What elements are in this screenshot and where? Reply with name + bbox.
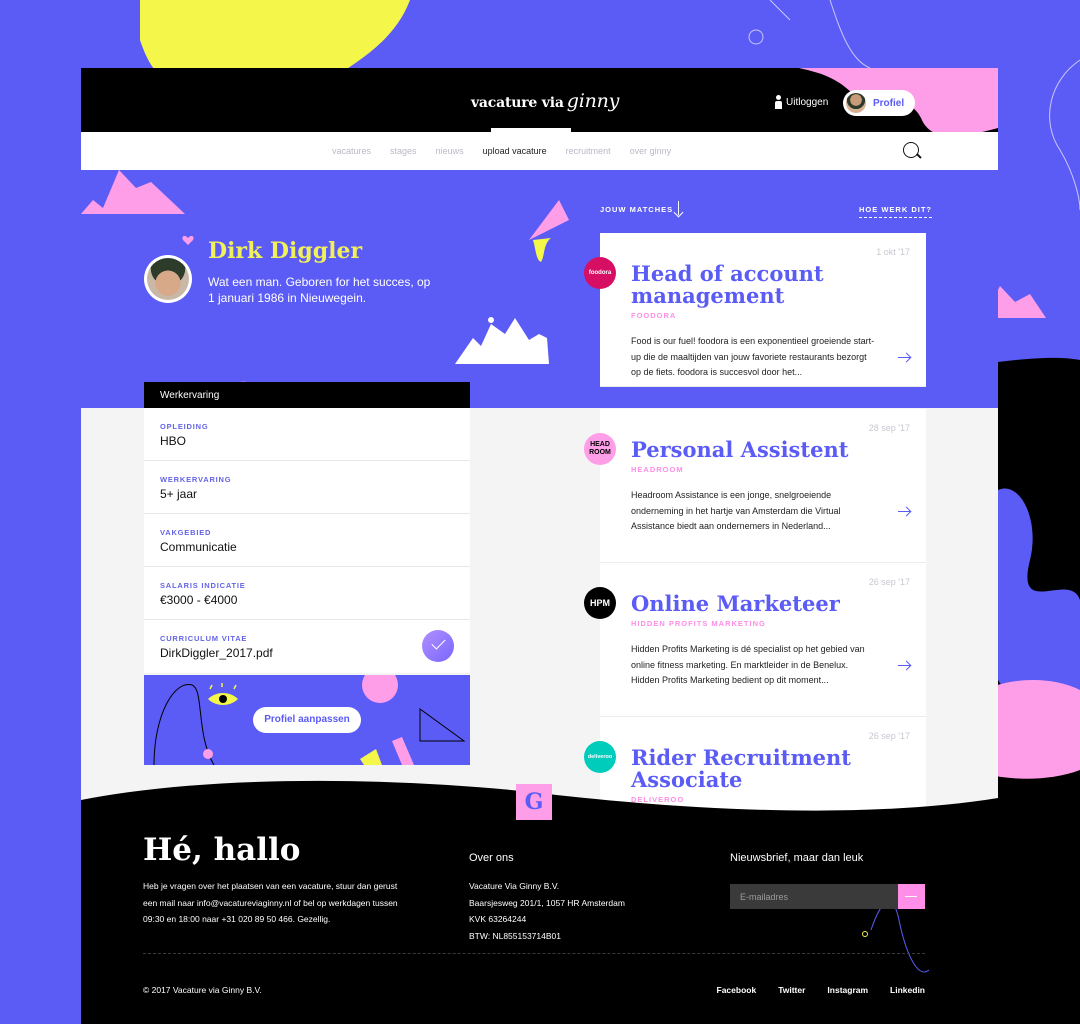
white-mountains <box>455 318 549 364</box>
nav-item-vacatures[interactable]: vacatures <box>332 146 371 156</box>
profile-row-experience: WERKERVARING 5+ jaar <box>144 461 470 514</box>
social-links: Facebook Twitter Instagram Linkedin <box>717 985 926 995</box>
footer-hello-text: Heb je vragen over het plaatsen van een … <box>143 881 398 924</box>
job-company: HIDDEN PROFITS MARKETING <box>631 619 766 628</box>
job-card[interactable]: HEAD ROOM 28 sep '17 Personal Assistent … <box>584 409 926 563</box>
job-date: 28 sep '17 <box>868 423 910 433</box>
user-name: Dirk Diggler <box>208 238 363 264</box>
purple-blob-right <box>998 488 1080 720</box>
company-logo: HPM <box>584 587 616 619</box>
ginny-badge: G <box>516 784 552 820</box>
logout-label: Uitloggen <box>786 96 829 108</box>
edit-profile-panel: Profiel aanpassen <box>144 675 470 765</box>
ring-dot <box>748 29 764 45</box>
job-date: 1 okt '17 <box>876 247 910 257</box>
copyright: © 2017 Vacature via Ginny B.V. <box>143 985 262 995</box>
nav-item-over-ginny[interactable]: over ginny <box>630 146 672 156</box>
job-title[interactable]: Online Marketeer <box>631 593 901 615</box>
nav-items: vacatures stages nieuws upload vacature … <box>332 146 690 156</box>
pizza-slice <box>529 200 569 240</box>
profile-card-header: Werkervaring <box>144 382 470 408</box>
profile-label: Profiel <box>873 97 905 109</box>
search-icon[interactable] <box>903 142 919 158</box>
row-label: OPLEIDING <box>160 422 209 431</box>
job-company: FOODORA <box>631 311 677 320</box>
social-twitter[interactable]: Twitter <box>778 985 805 995</box>
arrow-down-icon <box>678 201 679 215</box>
company-logo: foodora <box>584 257 616 289</box>
profile-row-field: VAKGEBIED Communicatie <box>144 514 470 567</box>
row-value: Communicatie <box>160 540 237 554</box>
line-decor <box>769 0 871 69</box>
black-wave-right <box>998 357 1080 1024</box>
nav-item-nieuws[interactable]: nieuws <box>436 146 464 156</box>
profile-card: OPLEIDING HBO WERKERVARING 5+ jaar VAKGE… <box>144 408 470 673</box>
footer-divider <box>143 953 925 954</box>
profile-row-salary: SALARIS INDICATIE €3000 - €4000 <box>144 567 470 620</box>
logo-main: vacature via <box>471 95 564 111</box>
company-logo: deliveroo <box>584 741 616 773</box>
about-line: Vacature Via Ginny B.V. <box>469 881 560 891</box>
newsletter-submit-button[interactable] <box>898 884 925 909</box>
about-line: BTW: NL855153714B01 <box>469 930 561 941</box>
newsletter-title: Nieuwsbrief, maar dan leuk <box>730 852 864 864</box>
job-card[interactable]: foodora 1 okt '17 Head of account manage… <box>584 233 926 387</box>
job-description: Food is our fuel! foodora is een exponen… <box>631 336 875 377</box>
person-icon <box>775 95 782 109</box>
social-facebook[interactable]: Facebook <box>717 985 757 995</box>
row-label: VAKGEBIED <box>160 528 212 537</box>
newsletter-email-input[interactable] <box>730 884 898 909</box>
line-decor-right <box>1049 59 1080 211</box>
footer-about-lines: Vacature Via Ginny B.V. Baarsjesweg 201/… <box>469 878 625 944</box>
check-icon <box>422 630 454 662</box>
row-label: CURRICULUM VITAE <box>160 634 248 643</box>
heart-icon <box>182 235 194 245</box>
nav-item-stages[interactable]: stages <box>390 146 417 156</box>
company-logo: HEAD ROOM <box>584 433 616 465</box>
main-nav: vacatures stages nieuws upload vacature … <box>81 128 998 170</box>
job-card[interactable]: HPM 26 sep '17 Online Marketeer HIDDEN P… <box>584 563 926 717</box>
user-bio: Wat een man. Geboren for het succes, op … <box>208 275 431 305</box>
matches-heading: JOUW MATCHES <box>600 205 674 214</box>
about-line: Baarsjesweg 201/1, 1057 HR Amsterdam <box>469 897 625 908</box>
social-linkedin[interactable]: Linkedin <box>890 985 925 995</box>
row-value: €3000 - €4000 <box>160 593 238 607</box>
job-title[interactable]: Head of account management <box>631 263 901 307</box>
footer-hello-title: Hé, hallo <box>143 832 301 868</box>
social-instagram[interactable]: Instagram <box>827 985 868 995</box>
logo-script: ginny <box>566 90 620 112</box>
how-it-works-link[interactable]: HOE WERK DIT? <box>859 205 932 218</box>
profile-button[interactable]: Profiel <box>843 90 915 116</box>
logout-link[interactable]: Uitloggen <box>775 95 828 109</box>
nav-active-indicator <box>491 128 571 132</box>
about-line: KVK 63264244 <box>469 914 527 924</box>
arrow-right-icon[interactable] <box>898 665 910 666</box>
arrow-right-icon[interactable] <box>898 511 910 512</box>
user-photo <box>147 258 189 300</box>
job-company: HEADROOM <box>631 465 684 474</box>
job-description: Headroom Assistance is een jonge, snelgr… <box>631 490 841 531</box>
job-date: 26 sep '17 <box>868 731 910 741</box>
profile-row-education: OPLEIDING HBO <box>144 408 470 461</box>
footer-about-title: Over ons <box>469 852 514 864</box>
edit-profile-button[interactable]: Profiel aanpassen <box>253 707 361 733</box>
job-description: Hidden Profits Marketing is dé specialis… <box>631 644 865 685</box>
row-value: DirkDiggler_2017.pdf <box>160 646 273 660</box>
job-date: 26 sep '17 <box>868 577 910 587</box>
user-avatar <box>144 255 192 303</box>
row-value: 5+ jaar <box>160 487 198 501</box>
row-label: WERKERVARING <box>160 475 232 484</box>
profile-row-cv[interactable]: CURRICULUM VITAE DirkDiggler_2017.pdf <box>144 620 470 673</box>
nav-item-upload-vacature[interactable]: upload vacature <box>480 146 549 156</box>
top-bar: vacature via ginny Uitloggen Profiel <box>81 68 998 132</box>
nav-item-recruitment[interactable]: recruitment <box>566 146 611 156</box>
pink-mountains-left <box>81 170 185 214</box>
app-page: vacature via ginny Uitloggen Profiel vaca… <box>81 68 998 1024</box>
site-logo[interactable]: vacature via ginny <box>471 90 619 112</box>
row-value: HBO <box>160 434 187 448</box>
arrow-right-icon[interactable] <box>898 357 910 358</box>
avatar <box>846 93 866 113</box>
row-label: SALARIS INDICATIE <box>160 581 246 590</box>
job-title[interactable]: Personal Assistent <box>631 439 901 461</box>
